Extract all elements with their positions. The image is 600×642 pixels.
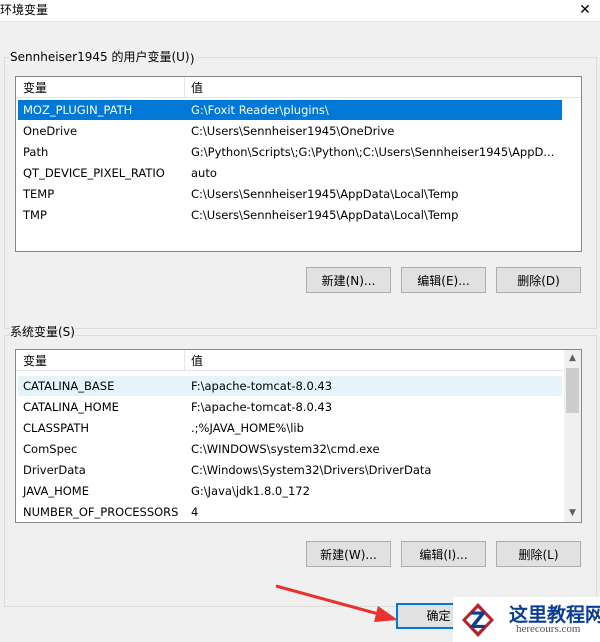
svg-text:Z: Z: [470, 609, 486, 634]
site-logo-icon: Z: [462, 603, 494, 637]
annotation-arrow-icon: [275, 584, 398, 622]
watermark: Z 这里教程网 herecours.com: [453, 597, 600, 642]
watermark-url: herecours.com: [516, 623, 581, 635]
